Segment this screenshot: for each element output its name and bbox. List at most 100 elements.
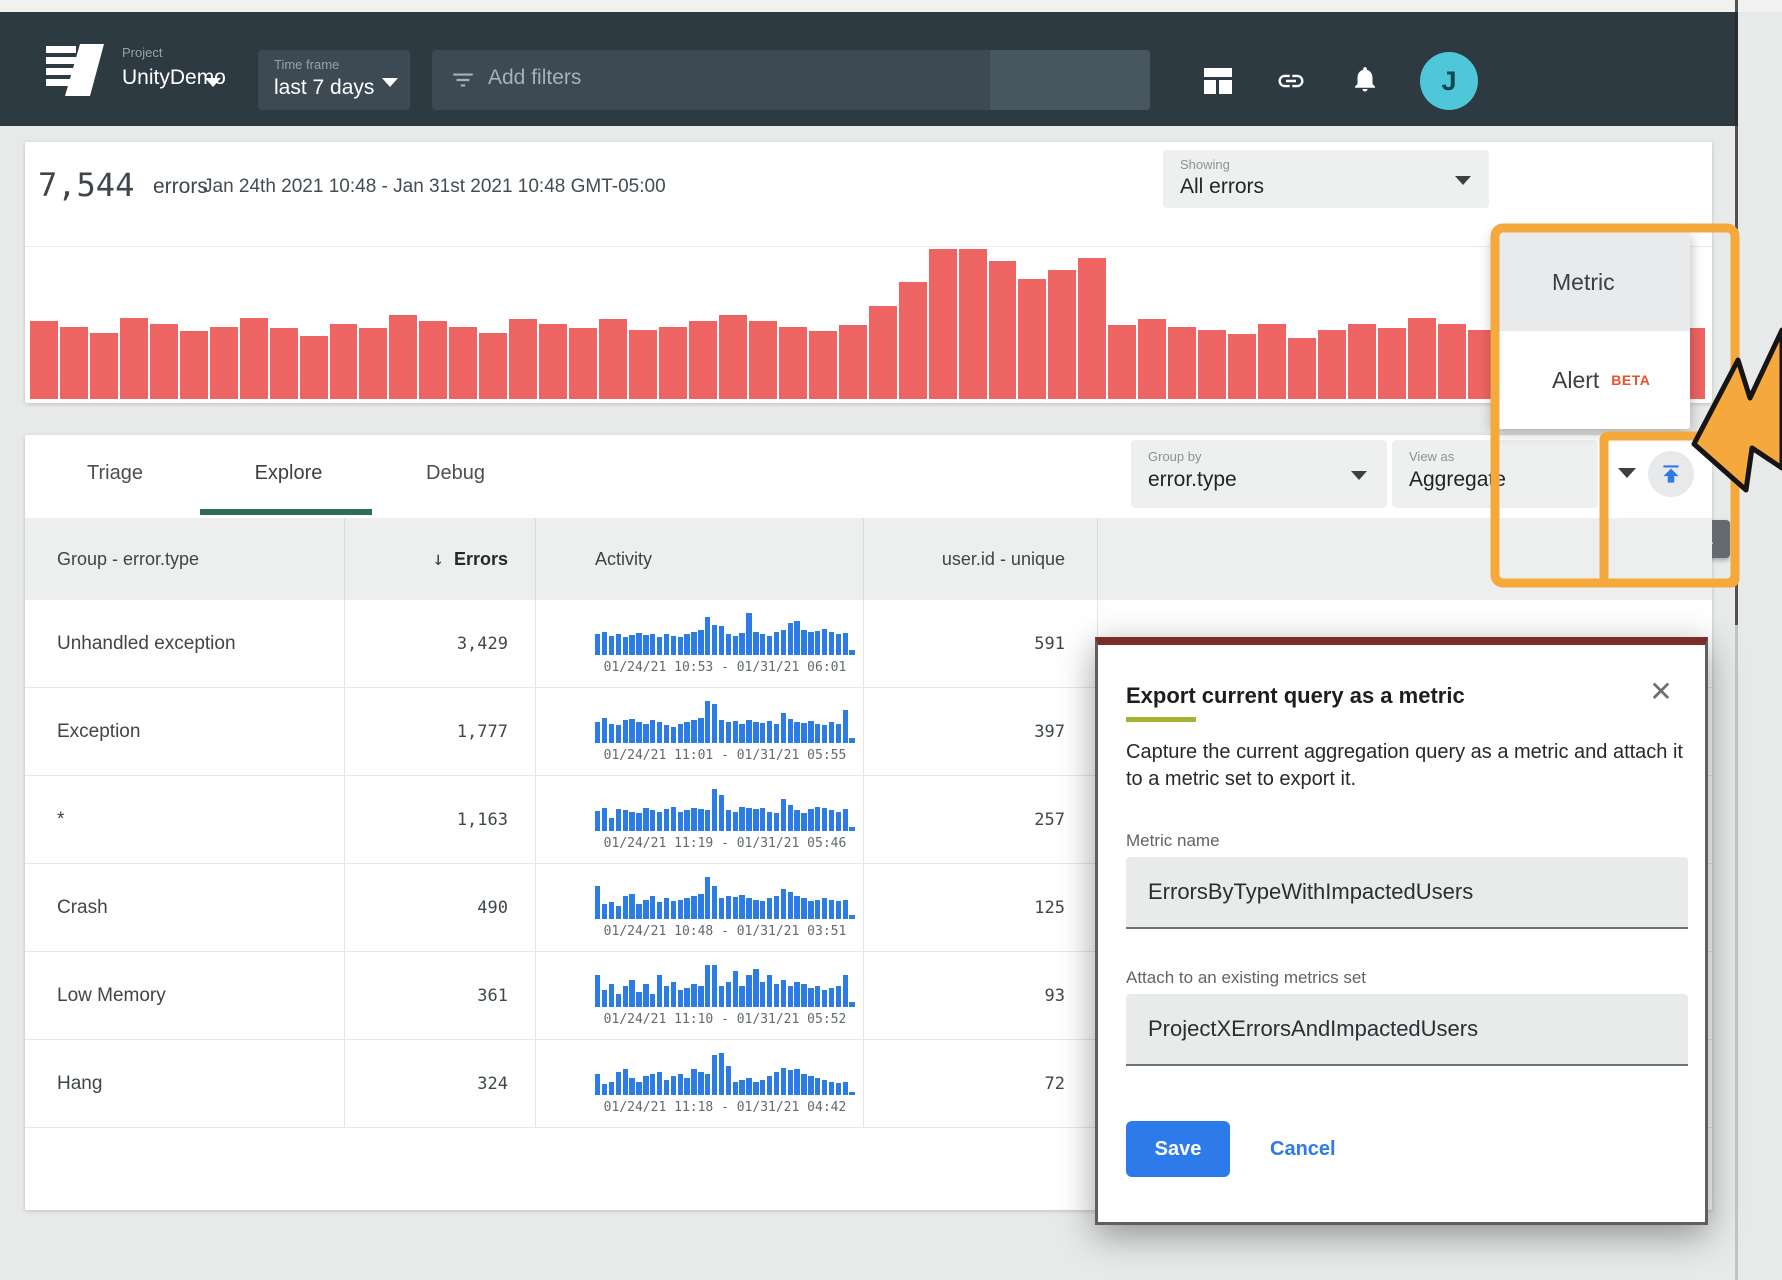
sparkline-bar [788,623,793,655]
sparkline-bar [733,971,738,1007]
user-avatar[interactable]: J [1420,52,1478,110]
sparkline-bar [678,637,683,655]
sparkline-bar [712,625,717,655]
sparkline-bar [629,1078,634,1095]
sparkline-bar [671,636,676,655]
tab-explore[interactable]: Explore [253,435,324,511]
menu-item-alert[interactable]: Alert BETA [1493,331,1690,429]
sparkline-bar [657,722,662,743]
timeframe-selector[interactable]: Time frame last 7 days [258,50,410,110]
dashboard-layout-icon[interactable] [1203,66,1233,96]
sparkline-bar [602,1084,607,1095]
menu-item-metric[interactable]: Metric [1493,233,1690,331]
activity-sparkline [595,877,855,919]
sparkline-bar [678,900,683,919]
view-as-caret-icon[interactable] [1618,468,1636,478]
sparkline-bar [705,877,710,919]
sparkline-bar [726,810,731,831]
sparkline-bar [684,722,689,743]
sparkline-bar [746,808,751,831]
sparkline-bar [801,984,806,1007]
sparkline-bar [671,727,676,743]
sparkline-bar [623,637,628,655]
column-header-errors[interactable]: ↓ Errors [345,518,536,600]
sparkline-bar [781,1068,786,1095]
sparkline-bar [684,898,689,919]
histogram-bar [1198,330,1226,399]
sparkline-bar [726,634,731,655]
sparkline-bar [767,898,772,919]
showing-select[interactable]: Showing All errors [1163,150,1489,208]
backtrace-logo-icon[interactable] [44,38,106,100]
row-errors-count: 324 [477,1074,508,1094]
sparkline-bar [774,813,779,831]
save-button[interactable]: Save [1126,1121,1230,1177]
save-button-label: Save [1155,1138,1202,1161]
sparkline-bar [684,988,689,1007]
activity-date-range: 01/24/21 11:10 - 01/31/21 05:52 [595,1012,855,1027]
sparkline-bar [595,1074,600,1095]
histogram-bar [1108,325,1136,399]
project-label: Project [122,45,226,60]
sparkline-bar [849,738,854,743]
sparkline-bar [822,898,827,919]
sparkline-bar [808,988,813,1007]
column-header-userid[interactable]: user.id - unique [864,518,1098,600]
project-caret-icon[interactable] [205,78,221,87]
filters-bar-segment [990,50,1150,110]
sparkline-bar [822,808,827,831]
column-header-group[interactable]: Group - error.type [25,518,345,600]
histogram-bar [90,333,118,399]
sparkline-bar [629,719,634,743]
sparkline-bar [691,720,696,743]
sparkline-bar [781,799,786,831]
tab-debug[interactable]: Debug [421,435,490,511]
activity-date-range: 01/24/21 11:19 - 01/31/21 05:46 [595,836,855,851]
sparkline-bar [739,633,744,655]
row-group-label: Hang [57,1073,102,1095]
beta-badge: BETA [1611,372,1650,388]
sparkline-bar [815,986,820,1007]
cancel-button[interactable]: Cancel [1270,1121,1336,1177]
row-errors-count: 1,163 [457,810,508,830]
sparkline-bar [636,904,641,919]
sparkline-bar [657,637,662,655]
sparkline-bar [739,895,744,919]
sparkline-bar [719,795,724,831]
sparkline-bar [691,1069,696,1095]
filter-icon [450,67,476,93]
row-errors-count: 1,777 [457,722,508,742]
metric-name-field[interactable]: ErrorsByTypeWithImpactedUsers [1126,857,1688,929]
sparkline-bar [616,994,621,1007]
filters-bar[interactable]: Add filters [432,50,1150,110]
sparkline-bar [781,630,786,655]
column-header-activity[interactable]: Activity [536,518,864,600]
notifications-bell-icon[interactable] [1350,64,1380,94]
sparkline-bar [609,818,614,831]
timeframe-label: Time frame [274,57,410,72]
column-header-userid-label: user.id - unique [942,549,1065,570]
active-tab-underline [200,509,372,515]
sparkline-bar [664,725,669,743]
export-button[interactable] [1648,451,1694,497]
close-icon[interactable]: ✕ [1646,677,1676,707]
group-by-select[interactable]: Group by error.type [1131,440,1387,508]
view-as-select[interactable]: View as Aggregate [1392,440,1598,508]
histogram-bar [270,328,298,399]
sparkline-bar [746,975,751,1007]
row-errors-count: 361 [477,986,508,1006]
sparkline-bar [849,915,854,919]
sparkline-bar [815,900,820,919]
sparkline-bar [650,720,655,743]
attach-set-field[interactable]: ProjectXErrorsAndImpactedUsers [1126,994,1688,1066]
share-link-icon[interactable] [1276,66,1306,96]
sparkline-bar [629,812,634,831]
tab-triage[interactable]: Triage [84,435,146,511]
sparkline-bar [609,724,614,743]
sparkline-bar [760,1080,765,1095]
row-errors-count: 490 [477,898,508,918]
sparkline-bar [650,896,655,919]
row-userid-count: 397 [1034,722,1065,742]
sparkline-bar [767,812,772,831]
sparkline-bar [629,894,634,919]
